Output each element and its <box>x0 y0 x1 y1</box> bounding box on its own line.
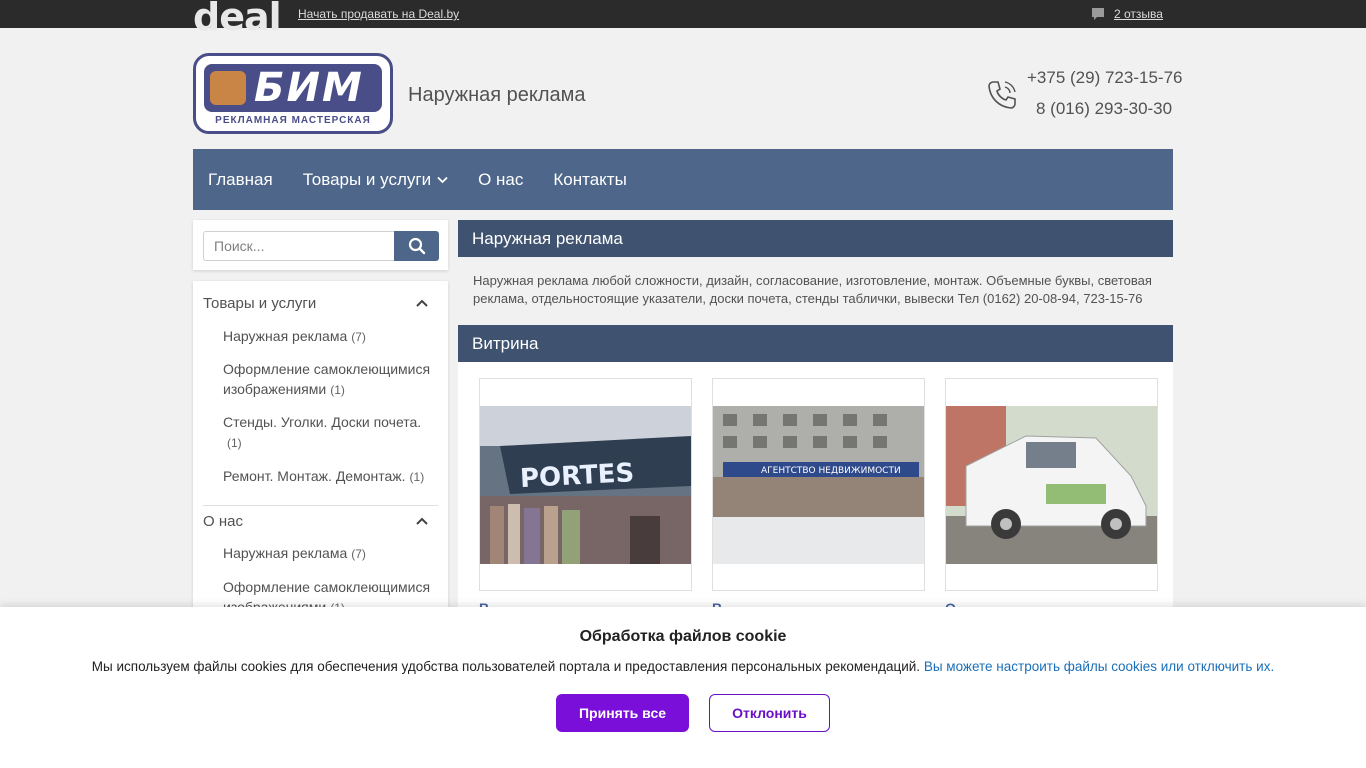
category-description: Наружная реклама любой сложности, дизайн… <box>458 257 1173 325</box>
product-image[interactable]: PORTES <box>480 406 691 564</box>
logo-square <box>210 71 246 105</box>
sidebar-categories: Товары и услуги Наружная реклама (7) Офор… <box>193 281 448 621</box>
sidebar-item[interactable]: Наружная реклама (7) <box>223 326 433 347</box>
sidebar-item[interactable]: Оформление самоклеющимися изображениями(… <box>223 359 433 400</box>
search-button[interactable] <box>394 231 439 261</box>
search-icon <box>408 237 425 255</box>
sidebar-item-label: Стенды. Уголки. Доски почета. <box>223 414 422 430</box>
chevron-up-icon[interactable] <box>416 299 428 307</box>
nav-item-contacts[interactable]: Контакты <box>553 170 626 190</box>
sidebar-item-count: (1) <box>330 383 345 397</box>
nav-item-label: Товары и услуги <box>302 169 432 189</box>
chevron-down-icon <box>437 176 448 183</box>
section-title: О нас <box>203 513 243 530</box>
decline-button[interactable]: Отклонить <box>709 694 830 732</box>
sidebar-item-count: (7) <box>351 547 366 561</box>
sidebar-item[interactable]: Стенды. Уголки. Доски почета. (1) <box>223 412 433 453</box>
nav-item-label: Контакты <box>553 169 627 189</box>
logo-text: БИМ <box>254 65 364 111</box>
nav-item-label: Главная <box>208 169 273 189</box>
main-nav: Главная Товары и услуги О нас Контакты <box>193 149 1173 210</box>
product-card[interactable]: PORTES <box>479 378 692 591</box>
sidebar-item[interactable]: Наружная реклама (7) <box>223 543 433 564</box>
cookie-message: Мы используем файлы cookies для обеспече… <box>91 659 921 674</box>
showcase-heading: Витрина <box>458 325 1173 362</box>
reviews-link[interactable]: 2 отзыва <box>1090 6 1163 22</box>
sidebar-item-label: Оформление самоклеющимися изображениями <box>223 361 431 397</box>
sign-text: PORTES <box>519 458 635 494</box>
sidebar-section-about[interactable]: О нас <box>203 513 438 530</box>
sidebar-item-count: (1) <box>409 470 425 484</box>
search-panel <box>193 220 448 270</box>
section-title: Товары и услуги <box>203 295 317 312</box>
phone-number-2[interactable]: 8 (016) 293-30-30 <box>1036 99 1172 119</box>
logo-subtitle: РЕКЛАМНАЯ МАСТЕРСКАЯ <box>215 115 371 126</box>
sidebar-item-label: Ремонт. Монтаж. Демонтаж. <box>223 468 406 484</box>
cookie-banner: Обработка файлов cookie Мы используем фа… <box>0 607 1366 768</box>
sidebar-divider <box>203 505 438 506</box>
phone-number-1[interactable]: +375 (29) 723-15-76 <box>1027 68 1182 88</box>
nav-item-home[interactable]: Главная <box>208 170 273 190</box>
cookie-settings-link[interactable]: Вы можете настроить файлы cookies или от… <box>924 659 1274 674</box>
start-selling-link[interactable]: Начать продавать на Deal.by <box>298 7 459 21</box>
showcase-grid: PORTES В АГЕНТСТВО НЕДВИЖИМОСТИ <box>458 362 1173 622</box>
chevron-up-icon[interactable] <box>416 517 428 525</box>
sidebar-item-label: Наружная реклама <box>223 545 348 561</box>
cookie-text: Мы используем файлы cookies для обеспече… <box>0 659 1366 674</box>
sidebar-item-count: (7) <box>351 330 366 344</box>
phone-icon <box>988 81 1016 109</box>
nav-item-products[interactable]: Товары и услуги <box>303 170 448 190</box>
product-card[interactable]: АГЕНТСТВО НЕДВИЖИМОСТИ <box>712 378 925 591</box>
top-bar: deal Начать продавать на Deal.by 2 отзыв… <box>0 0 1366 38</box>
cookie-title: Обработка файлов cookie <box>579 628 787 645</box>
search-input[interactable] <box>203 231 395 261</box>
product-image[interactable]: АГЕНТСТВО НЕДВИЖИМОСТИ <box>713 406 924 564</box>
deal-logo[interactable]: deal <box>193 0 282 38</box>
sidebar-item[interactable]: Ремонт. Монтаж. Демонтаж. (1) <box>223 466 433 487</box>
accept-all-button[interactable]: Принять все <box>556 694 689 732</box>
company-logo[interactable]: БИМ РЕКЛАМНАЯ МАСТЕРСКАЯ <box>193 53 393 134</box>
nav-item-label: О нас <box>478 169 524 189</box>
reviews-count: 2 отзыва <box>1114 7 1163 21</box>
sign-text: АГЕНТСТВО НЕДВИЖИМОСТИ <box>761 466 901 476</box>
sidebar-item-label: Наружная реклама <box>223 328 348 344</box>
product-image[interactable] <box>946 406 1157 564</box>
product-card[interactable] <box>945 378 1158 591</box>
category-heading: Наружная реклама <box>458 220 1173 257</box>
sidebar-item-count: (1) <box>227 436 242 450</box>
chat-bubble-icon <box>1092 8 1104 20</box>
site-title: Наружная реклама <box>408 84 586 106</box>
sidebar-section-products[interactable]: Товары и услуги <box>203 295 438 312</box>
nav-item-about[interactable]: О нас <box>478 170 523 190</box>
